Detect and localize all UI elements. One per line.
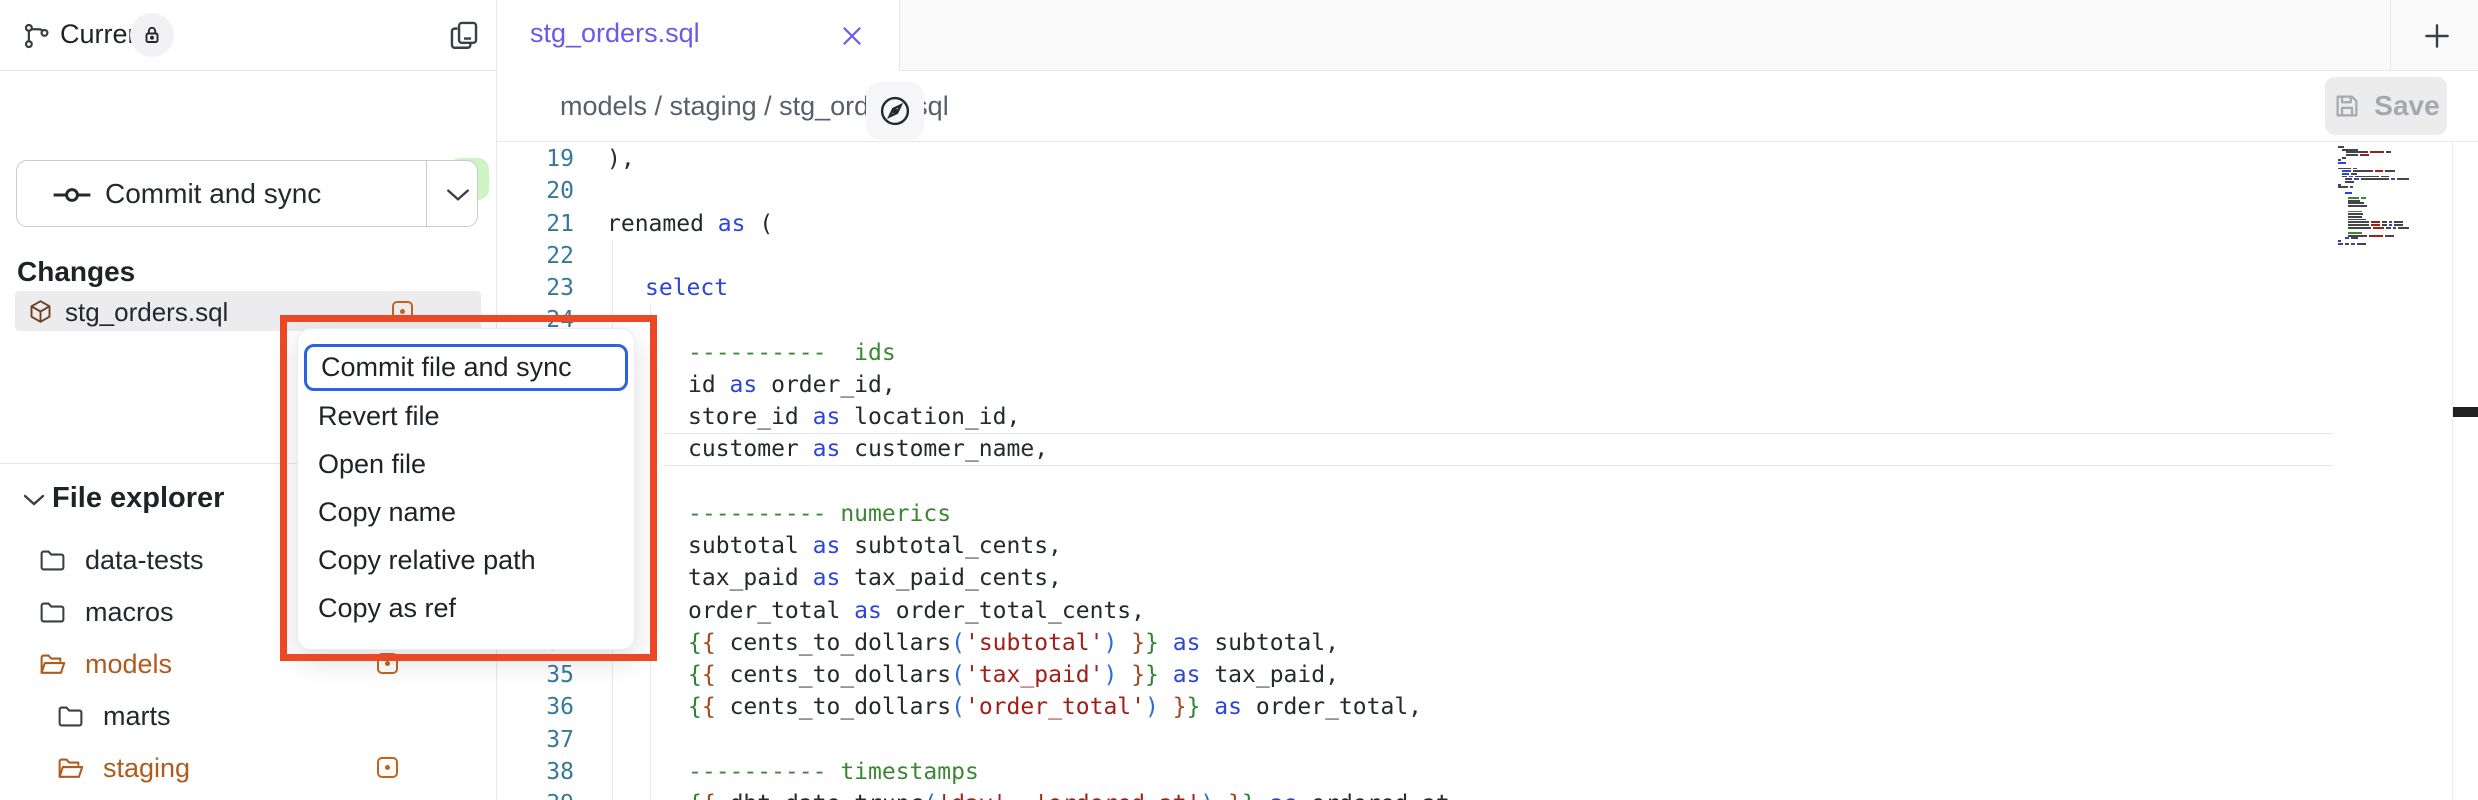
folder-open-icon [56, 754, 85, 783]
menu-item-copy-as-ref[interactable]: Copy as ref [298, 584, 634, 632]
menu-item-copy-name[interactable]: Copy name [298, 488, 634, 536]
commit-options-caret[interactable] [445, 187, 471, 203]
menu-item-revert-file[interactable]: Revert file [298, 392, 634, 440]
code-editor[interactable]: 19),2021renamed as (2223select2425------… [497, 142, 2478, 800]
save-icon [2332, 91, 2362, 121]
new-tab-button[interactable] [2417, 16, 2457, 56]
folder-label: marts [103, 701, 171, 732]
folder-icon [56, 702, 85, 731]
folder-label: staging [103, 753, 190, 784]
tab-bar: stg_orders.sql [497, 0, 2478, 71]
file-explorer-title: File explorer [52, 482, 224, 515]
code-line-36: {{ cents_to_dollars('order_total') }} as… [688, 691, 1422, 724]
split-button-divider [426, 161, 427, 226]
code-line-38: ---------- timestamps [688, 756, 979, 789]
folder-icon [38, 598, 67, 627]
scrollbar-handle[interactable] [2453, 407, 2478, 417]
line-number: 21 [497, 208, 574, 241]
close-icon [839, 23, 865, 49]
folder-open-icon [38, 650, 67, 679]
line-number: 38 [497, 756, 574, 789]
folder-label: macros [85, 597, 174, 628]
code-line-35: {{ cents_to_dollars('tax_paid') }} as ta… [688, 659, 1339, 692]
menu-item-copy-relative-path[interactable]: Copy relative path [298, 536, 634, 584]
changes-section-label: Changes [17, 256, 135, 288]
changed-file-name: stg_orders.sql [65, 297, 228, 328]
compass-icon [877, 93, 913, 129]
sidebar-item-marts[interactable]: marts [0, 690, 496, 742]
code-line-31: subtotal as subtotal_cents, [688, 530, 1062, 563]
plus-icon [2421, 20, 2453, 52]
code-line-33: order_total as order_total_cents, [688, 595, 1145, 628]
code-line-34: {{ cents_to_dollars('subtotal') }} as su… [688, 627, 1339, 660]
folder-label: models [85, 649, 172, 680]
code-line-23: select [645, 272, 728, 305]
indent-guide [650, 304, 651, 800]
code-line-28: customer as customer_name, [688, 433, 1048, 466]
branch-bar: Current [0, 0, 496, 71]
minimap-divider [2452, 142, 2453, 800]
line-number: 23 [497, 272, 574, 305]
line-number: 37 [497, 724, 574, 757]
git-branch-icon [22, 20, 52, 52]
code-line-30: ---------- numerics [688, 498, 951, 531]
modified-indicator-icon [377, 757, 398, 778]
line-number: 22 [497, 240, 574, 273]
code-line-26: id as order_id, [688, 369, 896, 402]
line-number: 39 [497, 788, 574, 800]
breadcrumb-bar: models / staging / stg_orders.sql Save [497, 71, 2478, 142]
folder-icon [38, 546, 67, 575]
commit-and-sync-label: Commit and sync [105, 178, 321, 210]
commit-and-sync-button[interactable]: Commit and sync [16, 160, 478, 227]
commit-icon [51, 184, 93, 206]
chevron-down-icon [22, 492, 46, 508]
code-line-39: {{ dbt.date_trunc('day', 'ordered_at') }… [688, 788, 1464, 800]
code-line-25: ---------- ids [688, 337, 896, 370]
branch-lock-badge [130, 13, 174, 57]
dbt-ide-app: Current Version control 1 [0, 0, 2478, 800]
folder-label: data-tests [85, 545, 204, 576]
save-button[interactable]: Save [2325, 77, 2447, 135]
minimap[interactable] [2338, 146, 2428, 245]
copy-icon [447, 17, 481, 53]
modified-indicator-icon [392, 301, 413, 322]
code-line-27: store_id as location_id, [688, 401, 1020, 434]
line-number: 36 [497, 691, 574, 724]
copy-branch-button[interactable] [444, 15, 484, 55]
modified-indicator-icon [377, 653, 398, 674]
line-number: 19 [497, 143, 574, 176]
sidebar-item-staging[interactable]: staging [0, 742, 496, 794]
code-line-21: renamed as ( [607, 208, 773, 241]
model-cube-icon [27, 298, 54, 325]
code-line-32: tax_paid as tax_paid_cents, [688, 562, 1062, 595]
tab-label: stg_orders.sql [530, 18, 700, 49]
changed-file-row[interactable]: stg_orders.sql [15, 291, 481, 331]
code-line-19: ), [607, 143, 635, 176]
tabbar-divider [2390, 0, 2391, 70]
view-lineage-button[interactable] [866, 82, 924, 140]
line-number: 35 [497, 659, 574, 692]
menu-item-commit-file-and-sync[interactable]: Commit file and sync [304, 344, 628, 391]
file-context-menu: Commit file and syncRevert fileOpen file… [297, 328, 635, 650]
version-control-header[interactable]: Version control 1 [0, 71, 496, 145]
menu-item-open-file[interactable]: Open file [298, 440, 634, 488]
tab-stg-orders[interactable]: stg_orders.sql [497, 0, 900, 71]
close-tab-button[interactable] [837, 21, 867, 51]
save-label: Save [2374, 90, 2439, 122]
line-number: 20 [497, 175, 574, 208]
lock-icon [140, 22, 164, 48]
